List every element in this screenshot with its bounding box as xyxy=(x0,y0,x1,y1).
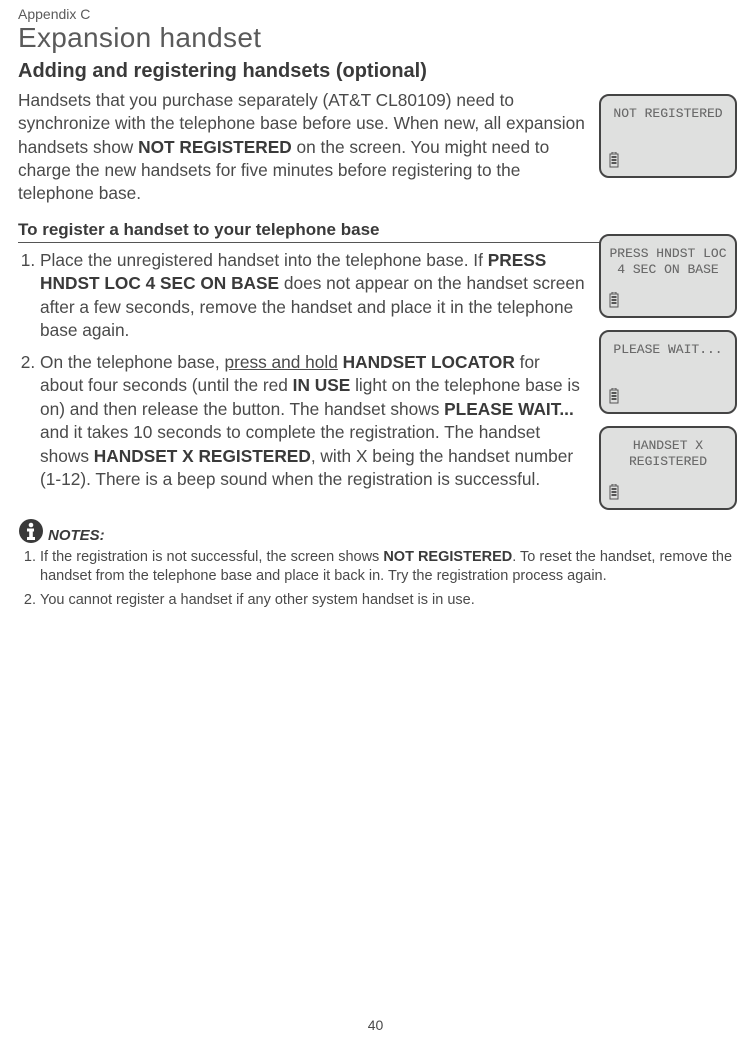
battery-icon xyxy=(609,152,619,168)
chapter-title: Expansion handset xyxy=(18,22,735,54)
notes-label: NOTES: xyxy=(48,527,105,544)
step2-bold3: PLEASE WAIT... xyxy=(444,399,574,419)
step-2: On the telephone base, press and hold HA… xyxy=(40,351,585,492)
lcd-text-line2: 4 SEC ON BASE xyxy=(605,262,731,278)
lcd-text: NOT REGISTERED xyxy=(605,106,731,122)
lcd-screen-registered: HANDSET X REGISTERED xyxy=(599,426,737,510)
lcd-screen-press-hndst: PRESS HNDST LOC 4 SEC ON BASE xyxy=(599,234,737,318)
appendix-label: Appendix C xyxy=(18,6,735,22)
lcd-text: PLEASE WAIT... xyxy=(605,342,731,358)
lcd-text-line1: PRESS HNDST LOC xyxy=(605,246,731,262)
step2-bold1: HANDSET LOCATOR xyxy=(343,352,515,372)
section-title: Adding and registering handsets (optiona… xyxy=(18,60,735,83)
notes-list: If the registration is not successful, t… xyxy=(18,548,735,611)
battery-icon xyxy=(609,388,619,404)
lcd-screen-not-registered: NOT REGISTERED xyxy=(599,94,737,178)
step2-bold2: IN USE xyxy=(293,375,351,395)
intro-bold: NOT REGISTERED xyxy=(138,137,292,157)
note-2: You cannot register a handset if any oth… xyxy=(40,591,735,611)
info-icon xyxy=(18,518,44,544)
step2-a: On the telephone base, xyxy=(40,352,224,372)
note1-b: NOT REGISTERED xyxy=(383,549,512,565)
battery-icon xyxy=(609,292,619,308)
note-1: If the registration is not successful, t… xyxy=(40,548,735,587)
step-1: Place the unregistered handset into the … xyxy=(40,249,585,343)
notes-header: NOTES: xyxy=(18,518,735,544)
lcd-text-line2: REGISTERED xyxy=(605,454,731,470)
battery-icon xyxy=(609,484,619,500)
page-number: 40 xyxy=(0,1017,751,1033)
lcd-screen-please-wait: PLEASE WAIT... xyxy=(599,330,737,414)
note1-a: If the registration is not successful, t… xyxy=(40,549,383,565)
step2-underline: press and hold xyxy=(224,352,337,372)
step1-a: Place the unregistered handset into the … xyxy=(40,250,488,270)
step2-bold4: HANDSET X REGISTERED xyxy=(94,446,311,466)
lcd-text-line1: HANDSET X xyxy=(605,438,731,454)
